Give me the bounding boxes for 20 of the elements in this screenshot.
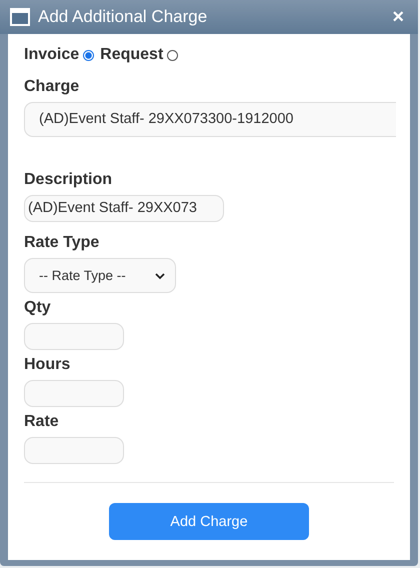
field-label: Qty: [24, 299, 51, 317]
radio-label: Invoice: [24, 46, 80, 64]
window-title: Add Additional Charge: [38, 7, 208, 27]
radio-label: Request: [100, 46, 164, 64]
rate-type-dropdown[interactable]: -- Rate Type --: [24, 258, 176, 293]
input-field[interactable]: [24, 323, 124, 350]
field-label: Rate: [24, 413, 59, 431]
charge-field[interactable]: (AD)Event Staff- 29XX073300-1912000: [24, 102, 396, 137]
input-field[interactable]: [24, 437, 124, 464]
field-label: Rate Type: [24, 234, 100, 252]
field-label: Charge: [24, 78, 80, 96]
input-field[interactable]: [24, 380, 124, 407]
close-button[interactable]: ×: [388, 6, 408, 28]
field-label: Hours: [24, 356, 70, 374]
radio-button[interactable]: [167, 50, 178, 60]
description-field[interactable]: (AD)Event Staff- 29XX073: [24, 195, 224, 222]
window-icon: [10, 8, 30, 26]
chevron-down-icon: [155, 272, 165, 280]
radio-button[interactable]: [83, 50, 94, 60]
field-label: Description: [24, 171, 112, 189]
